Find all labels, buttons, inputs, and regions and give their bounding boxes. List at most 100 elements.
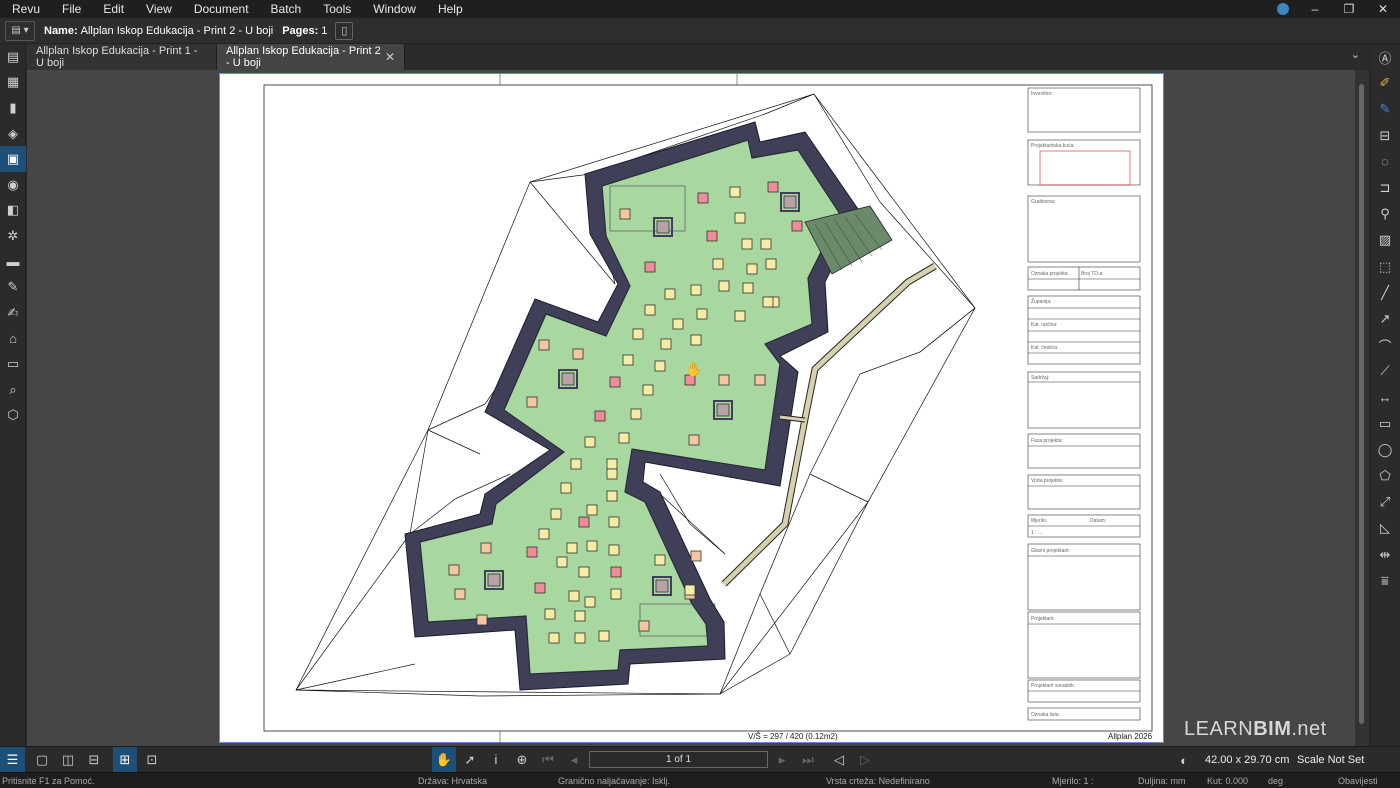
layers-icon[interactable]: ◈ [0,121,26,147]
grid-pages-icon[interactable]: ▦ [0,70,26,96]
dimension-icon[interactable]: ↔ [1370,384,1400,410]
menu-window[interactable]: Window [362,2,427,16]
properties-icon[interactable]: ✲ [0,223,26,249]
menu-view[interactable]: View [135,2,183,16]
polygon-icon[interactable]: ⬠ [1370,463,1400,489]
signatures-icon[interactable]: ✍ [0,300,26,326]
scale-status[interactable]: Scale Not Set [1297,747,1364,773]
tag-icon[interactable]: ⌂ [0,326,26,352]
split-vertical-icon[interactable]: ◫ [56,747,80,773]
menu-tools[interactable]: Tools [312,2,362,16]
pen-icon[interactable]: ✎ [1370,96,1400,122]
menu-file[interactable]: File [51,2,92,16]
drawing-sheet[interactable]: ✋ Investitor: Projektantska kuća: Građev… [219,73,1164,744]
tb-sheet-mark: Oznaka lista: [1031,712,1060,718]
pile-marker [606,458,618,470]
note-icon[interactable]: ⊐ [1370,175,1400,201]
length-measure-icon[interactable]: ⤢ [1370,489,1400,515]
pile-marker [538,528,550,540]
links-icon[interactable]: ⬡ [0,402,26,428]
pile-marker [476,614,488,626]
page-setup-icon[interactable]: ▯ [335,21,354,40]
menu-revu[interactable]: Revu [0,2,51,16]
pan-hand-icon[interactable]: ✋ [432,747,456,773]
tb-project-type: Vrsta projekta: [1031,478,1063,484]
pile-marker [754,374,766,386]
search-icon[interactable]: ⌕ [0,377,26,403]
select-text-icon[interactable]: Ꭵ [484,747,508,773]
location-icon[interactable]: ◉ [0,172,26,198]
next-view-icon[interactable]: ▷ [854,747,876,773]
previous-view-icon[interactable]: ◁ [828,747,850,773]
bookmarks-icon[interactable]: ▮ [0,95,26,121]
thumbnails-icon[interactable]: ▤ [0,44,26,70]
reuse-view-icon[interactable]: ⊡ [140,747,164,773]
count-icon[interactable]: ⩸ [1370,568,1400,594]
close-window-button[interactable]: ✕ [1366,2,1400,16]
next-page-icon[interactable]: ▸ [772,747,792,773]
rectangle-icon[interactable]: ▭ [1370,411,1400,437]
pile-marker [742,282,754,294]
pile-marker [690,284,702,296]
pile-marker [568,590,580,602]
pile-marker [574,632,586,644]
minimize-button[interactable]: – [1298,2,1332,16]
tab-print-1[interactable]: Allplan Iskop Edukacija - Print 1 - U bo… [27,44,217,70]
text-box-icon[interactable]: Ⓐ [1370,44,1400,70]
spaces-icon[interactable]: ◧ [0,198,26,224]
markups-list-icon[interactable]: ✎ [0,274,26,300]
highlighter-icon[interactable]: ✐ [1370,70,1400,96]
learnbim-watermark: LEARNBIM.net [1184,718,1327,741]
pile-marker [688,434,700,446]
tb-project-phase: Faza projekta: [1031,438,1063,444]
last-page-icon[interactable]: ⏭ [798,747,818,773]
polyline-icon[interactable]: ⟋ [1370,358,1400,384]
menu-document[interactable]: Document [183,2,260,16]
measurements-icon[interactable]: ▬ [0,249,26,275]
tab-print-2[interactable]: Allplan Iskop Edukacija - Print 2 - U bo… [217,44,405,70]
sync-view-icon[interactable]: ⊞ [113,747,137,773]
area-measure-icon[interactable]: ◺ [1370,515,1400,541]
doc-name-label: Name: [44,24,78,37]
status-unit: deg [1268,776,1284,786]
site-plan-drawing: ✋ Investitor: Projektantska kuća: Građev… [263,74,1153,744]
menu-help[interactable]: Help [427,2,474,16]
snapshot-icon[interactable]: ⬚ [1370,254,1400,280]
tabs-overflow-chevron-icon[interactable]: ⌄ [1351,48,1360,61]
split-horizontal-icon[interactable]: ⊟ [82,747,106,773]
page-number-field[interactable]: 1 of 1 [589,751,768,768]
single-page-icon[interactable]: ▢ [30,747,54,773]
contrast-icon[interactable]: ◐ [1172,747,1196,773]
line-icon[interactable]: ╱ [1370,280,1400,306]
scrollbar-thumb[interactable] [1359,84,1364,724]
list-view-icon[interactable]: ☰ [0,747,25,773]
stamp-icon[interactable]: ⚲ [1370,201,1400,227]
previous-page-icon[interactable]: ◂ [564,747,584,773]
toolbox-icon[interactable]: ▣ [0,146,26,172]
ellipse-icon[interactable]: ◯ [1370,437,1400,463]
first-page-icon[interactable]: ⏮ [538,747,558,773]
zoom-icon[interactable]: ⊕ [510,747,534,773]
callout-icon[interactable]: ⊟ [1370,123,1400,149]
tb-investor: Investitor: [1031,91,1053,97]
document-menu-icon[interactable]: ▤ ▾ [5,20,35,41]
pile-marker [598,630,610,642]
vertical-scrollbar[interactable] [1355,70,1369,746]
footer-brand: Allplan 2026 [1108,732,1153,741]
studio-icon[interactable]: ▭ [0,351,26,377]
cloud-icon[interactable]: ◌ [1370,149,1400,175]
tab-print-2-label: Allplan Iskop Edukacija - Print 2 - U bo… [226,45,381,69]
image-icon[interactable]: ▨ [1370,227,1400,253]
calibrate-icon[interactable]: ⇹ [1370,542,1400,568]
arc-icon[interactable]: ⌒ [1370,332,1400,358]
menu-edit[interactable]: Edit [92,2,135,16]
arrow-icon[interactable]: ↗ [1370,306,1400,332]
doc-pages-value: 1 [321,24,328,37]
close-tab-icon[interactable]: ✕ [385,50,395,64]
pile-marker [660,338,672,350]
restore-button[interactable]: ❐ [1332,2,1366,16]
status-notify[interactable]: Obavijesti [1338,776,1378,786]
menu-batch[interactable]: Batch [260,2,313,16]
select-arrow-icon[interactable]: ➚ [458,747,482,773]
user-account-icon[interactable] [1277,3,1289,15]
